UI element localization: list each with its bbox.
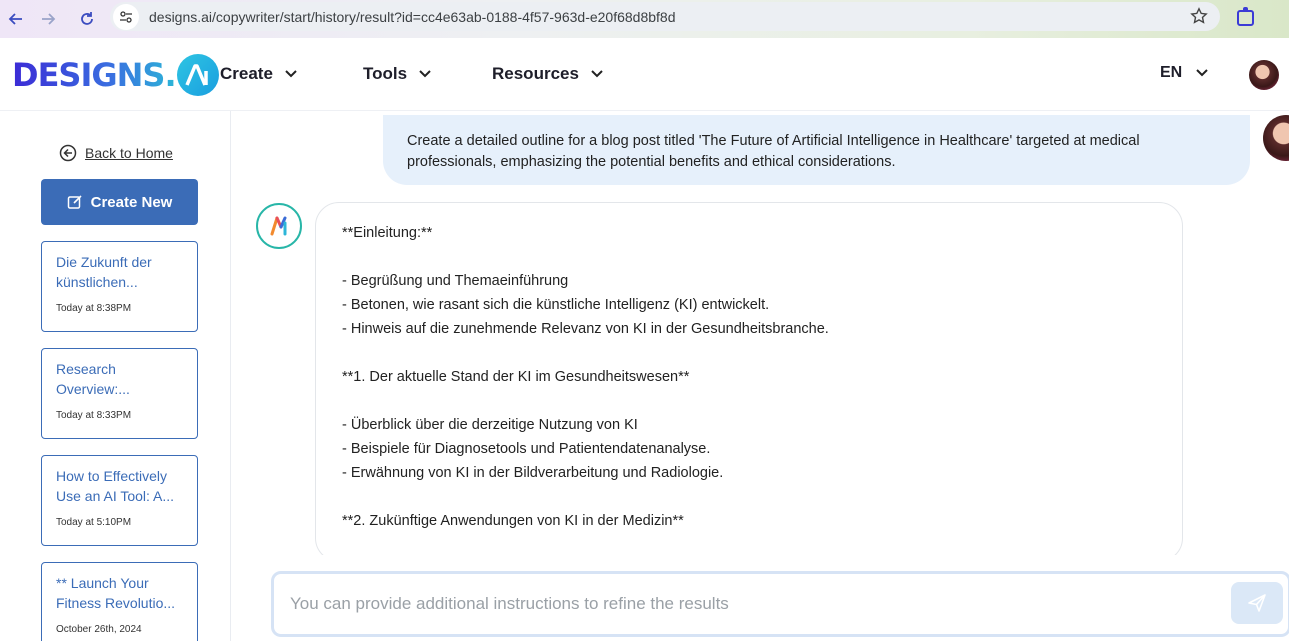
- extensions-puzzle-icon[interactable]: [1235, 6, 1257, 33]
- history-item-title: ** Launch Your Fitness Revolutio...: [56, 575, 176, 611]
- response-line: [342, 341, 1156, 365]
- chat-panel: Create a detailed outline for a blog pos…: [231, 111, 1289, 641]
- user-message-avatar: [1263, 115, 1289, 161]
- menu-create-label: Create: [220, 64, 273, 83]
- assistant-avatar-icon: [256, 203, 302, 249]
- response-line: - Erwähnung von KI in der Bildverarbeitu…: [342, 465, 724, 481]
- reload-icon[interactable]: [73, 5, 101, 33]
- history-item-title: Research Overview:...: [56, 361, 130, 397]
- back-arrow-icon[interactable]: [2, 5, 30, 33]
- back-to-home-label: Back to Home: [85, 145, 173, 161]
- send-paper-plane-icon: [1248, 594, 1266, 612]
- history-item-time: October 26th, 2024: [56, 624, 142, 635]
- response-line: - Beispiele für Diagnosetools und Patien…: [342, 441, 711, 457]
- back-circle-arrow-icon: [59, 144, 77, 162]
- refine-input-area: [255, 555, 1289, 641]
- user-prompt-text: Create a detailed outline for a blog pos…: [407, 133, 1140, 170]
- menu-tools-label: Tools: [363, 64, 408, 83]
- response-line: [342, 485, 1156, 509]
- create-new-label: Create New: [90, 193, 173, 211]
- chevron-down-icon: [1196, 69, 1208, 77]
- response-line: - Betonen, wie rasant sich die künstlich…: [342, 297, 770, 313]
- menu-tools[interactable]: Tools: [363, 64, 431, 84]
- site-settings-icon[interactable]: [113, 3, 139, 30]
- history-item[interactable]: Research Overview:... Today at 8:33PM: [41, 348, 198, 439]
- chevron-down-icon: [591, 70, 603, 78]
- history-item[interactable]: Die Zukunft der künstlichen... Today at …: [41, 241, 198, 332]
- send-button[interactable]: [1231, 582, 1283, 624]
- response-line: **Einleitung:**: [342, 225, 433, 241]
- history-sidebar: Back to Home Create New Die Zukunft der …: [0, 111, 231, 641]
- refine-instructions-input[interactable]: [290, 594, 1210, 614]
- history-item-title: How to Effectively Use an AI Tool: A...: [56, 468, 175, 504]
- url-text[interactable]: designs.ai/copywriter/start/history/resu…: [149, 9, 676, 25]
- logo-ai-badge-icon: [176, 54, 219, 96]
- edit-icon: [67, 195, 82, 209]
- app-header: DESIGNS. Create Tools Resources EN: [0, 38, 1289, 111]
- user-prompt-bubble: Create a detailed outline for a blog pos…: [383, 115, 1250, 185]
- history-item-time: Today at 8:33PM: [56, 410, 132, 421]
- menu-resources-label: Resources: [492, 64, 579, 83]
- history-item-time: Today at 5:10PM: [56, 517, 132, 528]
- history-item[interactable]: How to Effectively Use an AI Tool: A... …: [41, 455, 198, 546]
- history-item[interactable]: ** Launch Your Fitness Revolutio... Octo…: [41, 562, 198, 641]
- response-line: **1. Der aktuelle Stand der KI im Gesund…: [342, 369, 690, 385]
- designs-ai-logo[interactable]: DESIGNS.: [12, 54, 219, 96]
- response-line: **2. Zukünftige Anwendungen von KI in de…: [342, 513, 684, 529]
- response-line: - Begrüßung und Themaeinführung: [342, 273, 569, 289]
- menu-create[interactable]: Create: [220, 64, 297, 84]
- address-bar[interactable]: designs.ai/copywriter/start/history/resu…: [110, 2, 1220, 31]
- refine-input-box[interactable]: [271, 571, 1289, 637]
- chevron-down-icon: [285, 70, 297, 78]
- response-line: - Überblick über die derzeitige Nutzung …: [342, 417, 638, 433]
- response-line: [342, 245, 1156, 269]
- menu-resources[interactable]: Resources: [492, 64, 603, 84]
- history-item-time: Today at 8:38PM: [56, 303, 132, 314]
- response-line: [342, 389, 1156, 413]
- back-to-home-link[interactable]: Back to Home: [59, 144, 173, 162]
- response-line: [342, 533, 1156, 557]
- history-item-title: Die Zukunft der künstlichen...: [56, 254, 152, 290]
- bookmark-star-icon[interactable]: [1190, 7, 1208, 30]
- forward-arrow-icon[interactable]: [34, 5, 62, 33]
- response-line: - Hinweis auf die zunehmende Relevanz vo…: [342, 321, 829, 337]
- user-avatar[interactable]: [1249, 60, 1279, 90]
- language-label: EN: [1160, 64, 1183, 81]
- browser-toolbar: designs.ai/copywriter/start/history/resu…: [0, 0, 1289, 38]
- logo-text: DESIGNS.: [12, 56, 177, 94]
- language-selector[interactable]: EN: [1160, 64, 1208, 82]
- assistant-response-card: **Einleitung:** - Begrüßung und Themaein…: [315, 202, 1183, 562]
- create-new-button[interactable]: Create New: [41, 179, 198, 225]
- chevron-down-icon: [419, 70, 431, 78]
